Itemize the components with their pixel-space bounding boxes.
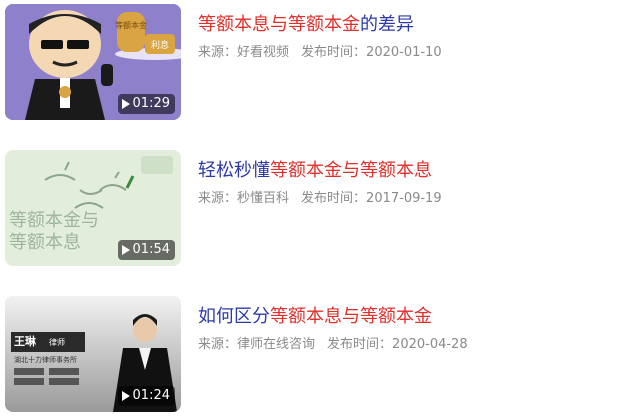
- publish-date: 2020-04-28: [392, 337, 468, 352]
- play-icon: [121, 99, 130, 109]
- play-icon: [121, 391, 130, 401]
- video-meta-3: 来源：律师在线咨询 发布时间：2020-04-28: [198, 337, 468, 352]
- video-title-2[interactable]: 轻松秒懂等额本金与等额本息: [198, 158, 432, 184]
- video-thumbnail-1[interactable]: 等额本金 利息 01:29: [5, 4, 181, 120]
- video-title-3[interactable]: 如何区分等额本息与等额本金: [198, 304, 432, 330]
- video-duration-1: 01:29: [117, 94, 175, 114]
- source-name: 律师在线咨询: [237, 337, 316, 352]
- svg-text:王琳: 王琳: [14, 334, 37, 348]
- svg-text:等额本金: 等额本金: [115, 20, 147, 30]
- svg-text:利息: 利息: [151, 39, 169, 51]
- video-title-1[interactable]: 等额本息与等额本金的差异: [198, 12, 414, 38]
- video-duration-3: 01:24: [117, 386, 175, 406]
- svg-text:等额本息: 等额本息: [9, 232, 81, 253]
- video-result-1: 等额本金 利息 01:29 等额本息与等额本金的差异 来源：好看视频 发布时间：2…: [5, 4, 625, 124]
- video-meta-2: 来源：秒懂百科 发布时间：2017-09-19: [198, 191, 442, 206]
- video-meta-1: 来源：好看视频 发布时间：2020-01-10: [198, 45, 442, 60]
- svg-text:湖北十力律师事务所: 湖北十力律师事务所: [14, 355, 77, 364]
- video-result-3: 王琳 律师 湖北十力律师事务所 01:24 如何区分等额本息与等额本金 来源：律…: [5, 296, 625, 416]
- svg-text:等额本金与: 等额本金与: [9, 210, 99, 231]
- source-name: 好看视频: [237, 45, 290, 60]
- publish-date: 2020-01-10: [366, 45, 442, 60]
- source-name: 秒懂百科: [237, 191, 290, 206]
- video-result-2: 等额本金与 等额本息 01:54 轻松秒懂等额本金与等额本息 来源：秒懂百科 发布…: [5, 150, 625, 270]
- svg-text:律师: 律师: [49, 337, 65, 347]
- video-thumbnail-3[interactable]: 王琳 律师 湖北十力律师事务所 01:24: [5, 296, 181, 412]
- play-icon: [121, 245, 130, 255]
- video-thumbnail-2[interactable]: 等额本金与 等额本息 01:54: [5, 150, 181, 266]
- publish-date: 2017-09-19: [366, 191, 442, 206]
- video-duration-2: 01:54: [117, 240, 175, 260]
